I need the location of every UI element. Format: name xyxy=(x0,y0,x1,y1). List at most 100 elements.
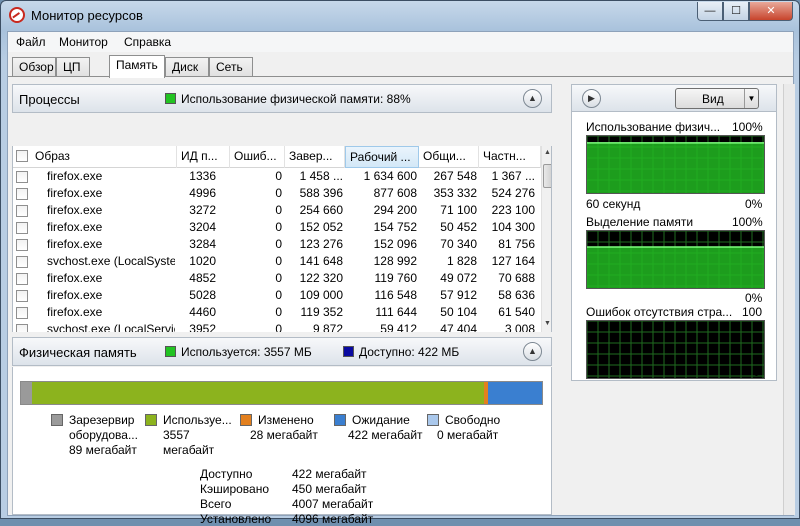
legend-label: Используе... xyxy=(163,413,232,427)
cell-commit: 122 320 xyxy=(299,271,343,285)
col-private[interactable]: Частн... xyxy=(479,146,541,168)
cell-faults: 0 xyxy=(275,203,282,217)
legend-label: мегабайт xyxy=(163,443,215,457)
cell-private: 61 540 xyxy=(498,305,535,319)
tab-network[interactable]: Сеть xyxy=(209,57,253,77)
table-row[interactable]: svchost.exe (LocalService... 3952 0 9 872 59… xyxy=(13,321,541,332)
memory-usage-bar xyxy=(20,381,543,405)
legend-label: Зарезервир xyxy=(69,413,135,427)
legend-label: 422 мегабайт xyxy=(348,428,423,442)
cell-faults: 0 xyxy=(275,220,282,234)
minimize-button[interactable]: — xyxy=(697,2,723,21)
cell-faults: 0 xyxy=(275,254,282,268)
tab-disk[interactable]: Диск xyxy=(165,57,209,77)
row-checkbox[interactable] xyxy=(16,256,28,268)
legend-label: 0 мегабайт xyxy=(437,428,499,442)
collapse-up-icon[interactable]: ▲ xyxy=(523,89,542,108)
menu-file[interactable]: Файл xyxy=(16,35,46,49)
cell-shared: 47 404 xyxy=(440,322,477,332)
cell-shared: 50 452 xyxy=(440,220,477,234)
legend-label: 3557 xyxy=(163,428,190,442)
menu-monitor[interactable]: Монитор xyxy=(59,35,108,49)
cell-faults: 0 xyxy=(275,322,282,332)
row-checkbox[interactable] xyxy=(16,290,28,302)
cell-working-set: 119 760 xyxy=(374,271,418,285)
row-checkbox[interactable] xyxy=(16,273,28,285)
cell-shared: 70 340 xyxy=(440,237,477,251)
col-pid[interactable]: ИД п... xyxy=(177,146,230,168)
collapse-up-icon[interactable]: ▲ xyxy=(523,342,542,361)
row-checkbox[interactable] xyxy=(16,188,28,200)
tab-memory[interactable]: Память xyxy=(109,55,165,78)
stat-label: Кэшировано xyxy=(200,482,270,496)
chevron-down-icon: ▼ xyxy=(744,89,758,108)
table-row[interactable]: firefox.exe 3284 0 123 276 152 096 70 340 81 7… xyxy=(13,236,541,253)
cell-working-set: 111 644 xyxy=(375,305,417,319)
cell-image: svchost.exe (LocalSystem... xyxy=(47,254,175,268)
cell-pid: 3284 xyxy=(189,237,216,251)
table-row[interactable]: firefox.exe 4852 0 122 320 119 760 49 072 70 6… xyxy=(13,270,541,287)
cell-working-set: 59 412 xyxy=(380,322,417,332)
row-checkbox[interactable] xyxy=(16,222,28,234)
cell-pid: 3952 xyxy=(189,322,216,332)
cell-pid: 4460 xyxy=(189,305,216,319)
resource-monitor-window: Монитор ресурсов — ☐ ✕ Файл Монитор Спра… xyxy=(0,0,800,526)
title-bar[interactable]: Монитор ресурсов — ☐ ✕ xyxy=(1,1,799,31)
table-row[interactable]: firefox.exe 3204 0 152 052 154 752 50 452 104 … xyxy=(13,219,541,236)
col-image[interactable]: Образ xyxy=(31,146,177,168)
legend-label: 28 мегабайт xyxy=(250,428,318,442)
view-dropdown[interactable]: Вид ▼ xyxy=(675,88,759,109)
scroll-thumb[interactable] xyxy=(543,164,551,188)
cell-shared: 353 332 xyxy=(433,186,477,200)
graphs-pane: ▶ Вид ▼ Использование физич... 100% 60 с… xyxy=(571,84,777,381)
used-text: Используется: 3557 МБ xyxy=(181,345,312,359)
cell-shared: 71 100 xyxy=(440,203,477,217)
col-working-set[interactable]: Рабочий ... xyxy=(345,146,419,168)
table-row[interactable]: firefox.exe 5028 0 109 000 116 548 57 912 58 6… xyxy=(13,287,541,304)
cell-image: firefox.exe xyxy=(47,305,103,319)
table-row[interactable]: firefox.exe 1336 0 1 458 ... 1 634 600 267 54… xyxy=(13,168,541,185)
scroll-up-icon[interactable]: ▲ xyxy=(544,149,551,156)
expand-right-icon[interactable]: ▶ xyxy=(582,89,601,108)
row-checkbox[interactable] xyxy=(16,307,28,319)
legend-swatch xyxy=(334,414,346,426)
legend-label: Изменено xyxy=(258,413,314,427)
cell-shared: 57 912 xyxy=(440,288,477,302)
maximize-button[interactable]: ☐ xyxy=(723,2,749,21)
client-area: Файл Монитор Справка Обзор ЦП Память Дис… xyxy=(7,31,795,526)
col-faults[interactable]: Ошиб... xyxy=(230,146,285,168)
mini-chart-svg xyxy=(587,231,764,288)
menu-help[interactable]: Справка xyxy=(124,35,171,49)
usage-fill xyxy=(587,142,764,193)
select-all-checkbox[interactable] xyxy=(16,150,28,162)
cell-faults: 0 xyxy=(275,271,282,285)
close-button[interactable]: ✕ xyxy=(749,2,793,21)
legend-label: Ожидание xyxy=(352,413,410,427)
row-checkbox[interactable] xyxy=(16,239,28,251)
row-checkbox[interactable] xyxy=(16,171,28,183)
row-checkbox[interactable] xyxy=(16,205,28,217)
table-row[interactable]: svchost.exe (LocalSystem... 1020 0 141 648 1… xyxy=(13,253,541,270)
table-row[interactable]: firefox.exe 3272 0 254 660 294 200 71 100 223 … xyxy=(13,202,541,219)
table-header: Образ ИД п... Ошиб... Завер... Рабочий .… xyxy=(13,146,541,168)
row-checkbox[interactable] xyxy=(16,324,28,332)
graphs-scrollbar[interactable] xyxy=(783,84,795,515)
col-shared[interactable]: Общи... xyxy=(419,146,479,168)
table-row[interactable]: firefox.exe 4996 0 588 396 877 608 353 332 524… xyxy=(13,185,541,202)
processes-header[interactable]: Процессы Использование физической памяти… xyxy=(12,84,552,113)
cell-pid: 5028 xyxy=(189,288,216,302)
physical-memory-header[interactable]: Физическая память Используется: 3557 МБ … xyxy=(12,337,552,366)
cell-private: 3 008 xyxy=(504,322,535,332)
cell-commit: 9 872 xyxy=(312,322,343,332)
cell-commit: 119 352 xyxy=(300,305,344,319)
col-commit[interactable]: Завер... xyxy=(285,146,345,168)
processes-title: Процессы xyxy=(19,92,80,107)
tab-cpu[interactable]: ЦП xyxy=(56,57,90,77)
cell-faults: 0 xyxy=(275,237,282,251)
cell-commit: 123 276 xyxy=(299,237,343,251)
scroll-down-icon[interactable]: ▼ xyxy=(544,320,551,327)
chart-commit xyxy=(586,230,765,289)
tab-overview[interactable]: Обзор xyxy=(12,57,56,77)
process-table-scrollbar[interactable]: ▲ ▼ xyxy=(541,146,551,332)
table-row[interactable]: firefox.exe 4460 0 119 352 111 644 50 104 61 5… xyxy=(13,304,541,321)
